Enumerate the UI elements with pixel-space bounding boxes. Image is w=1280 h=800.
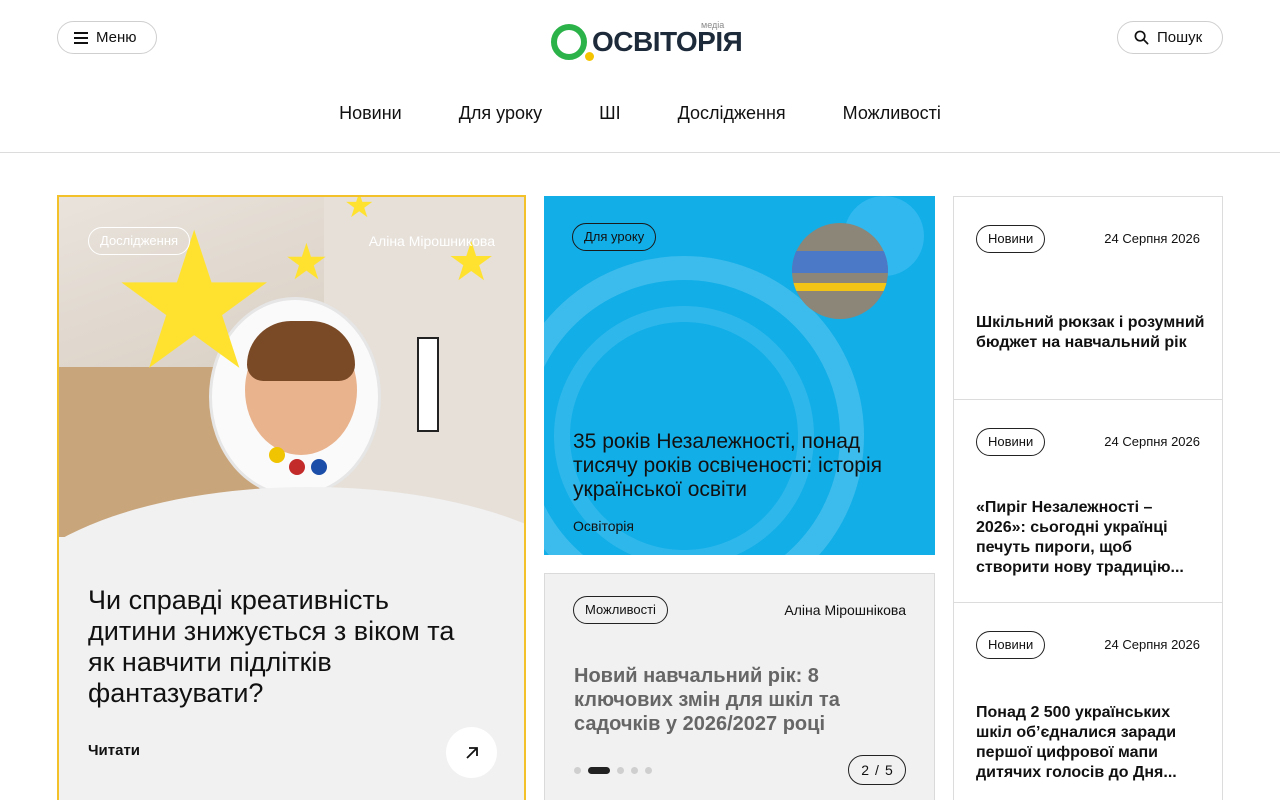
news-date: 24 Серпня 2026 (1104, 434, 1200, 449)
news-title[interactable]: Шкільний рюкзак і розумний бюджет на нав… (976, 313, 1206, 353)
logo-media-label: медіа (701, 20, 725, 30)
nav-item-news[interactable]: Новини (339, 103, 402, 124)
nav-item-opportunities[interactable]: Можливості (843, 103, 941, 124)
category-tag[interactable]: Можливості (573, 596, 668, 624)
photo-button-yellow (269, 447, 285, 463)
star-icon: ★ (284, 234, 329, 290)
news-date: 24 Серпня 2026 (1104, 637, 1200, 652)
main-nav: Новини Для уроку ШІ Дослідження Можливос… (0, 103, 1280, 124)
news-item[interactable]: Новини 24 Серпня 2026 Понад 2 500 україн… (954, 603, 1222, 800)
logo-ring-icon (551, 24, 587, 60)
search-icon (1134, 30, 1149, 45)
category-tag[interactable]: Новини (976, 631, 1046, 659)
pager-current: 2 (861, 762, 870, 778)
slider-dot-active[interactable] (588, 767, 610, 774)
slider-dot[interactable] (631, 767, 638, 774)
site-logo[interactable]: ОСВІТОРІЯ медіа (549, 18, 743, 64)
category-tag[interactable]: Для уроку (572, 223, 657, 251)
article-title[interactable]: 35 років Незалежності, понад тисячу рокі… (573, 430, 903, 502)
article-author: Аліна Мірошнікова (784, 602, 906, 618)
search-button[interactable]: Пошук (1117, 21, 1223, 54)
menu-label: Меню (96, 29, 137, 46)
category-tag[interactable]: Дослідження (88, 227, 191, 255)
read-link[interactable]: Читати (88, 742, 140, 759)
hamburger-icon (74, 31, 88, 44)
slider-dots (574, 767, 652, 774)
history-article-card[interactable]: Для уроку 35 років Незалежності, понад т… (544, 196, 935, 555)
photo-button-blue (311, 459, 327, 475)
category-tag[interactable]: Новини (976, 428, 1046, 456)
nav-item-ai[interactable]: ШІ (599, 103, 621, 124)
badge-stripe-blue (792, 251, 888, 273)
feature-article-card[interactable]: ★ ★ ★ ★ Дослідження Аліна Мірошникова Чи… (57, 195, 526, 800)
photo-button-red (289, 459, 305, 475)
open-article-button[interactable] (446, 727, 497, 778)
slider-dot[interactable] (574, 767, 581, 774)
slider-dot[interactable] (617, 767, 624, 774)
news-title[interactable]: Понад 2 500 українських шкіл об’єдналися… (976, 703, 1206, 783)
category-tag[interactable]: Новини (976, 225, 1046, 253)
pager-separator: / (875, 762, 879, 778)
news-date: 24 Серпня 2026 (1104, 231, 1200, 246)
slider-pager[interactable]: 2 / 5 (848, 755, 906, 785)
news-item[interactable]: Новини 24 Серпня 2026 «Пиріг Незалежност… (954, 400, 1222, 603)
news-item[interactable]: Новини 24 Серпня 2026 Шкільний рюкзак і … (954, 197, 1222, 400)
article-badge-image (792, 223, 888, 319)
badge-stripe-yellow (792, 283, 888, 291)
search-label: Пошук (1157, 29, 1203, 46)
nav-item-research[interactable]: Дослідження (678, 103, 786, 124)
menu-button[interactable]: Меню (57, 21, 157, 54)
site-header: Меню ОСВІТОРІЯ медіа Пошук Новини Для ур… (0, 0, 1280, 153)
photo-antenna (417, 337, 439, 432)
news-title[interactable]: «Пиріг Незалежності – 2026»: сьогодні ук… (976, 498, 1206, 578)
opportunities-slider-card[interactable]: Можливості Аліна Мірошнікова Новий навча… (544, 573, 935, 800)
arrow-up-right-icon (465, 746, 478, 759)
article-author: Аліна Мірошникова (368, 233, 495, 249)
nav-item-for-lesson[interactable]: Для уроку (459, 103, 542, 124)
article-title[interactable]: Чи справді креативність дитини знижуєтьс… (88, 585, 468, 709)
news-list: Новини 24 Серпня 2026 Шкільний рюкзак і … (953, 196, 1223, 800)
slider-dot[interactable] (645, 767, 652, 774)
logo-wordmark: ОСВІТОРІЯ (592, 26, 743, 57)
article-source: Освіторія (573, 518, 634, 534)
star-icon: ★ (344, 197, 375, 225)
pager-total: 5 (884, 762, 893, 778)
article-title[interactable]: Новий навчальний рік: 8 ключових змін дл… (574, 664, 904, 736)
